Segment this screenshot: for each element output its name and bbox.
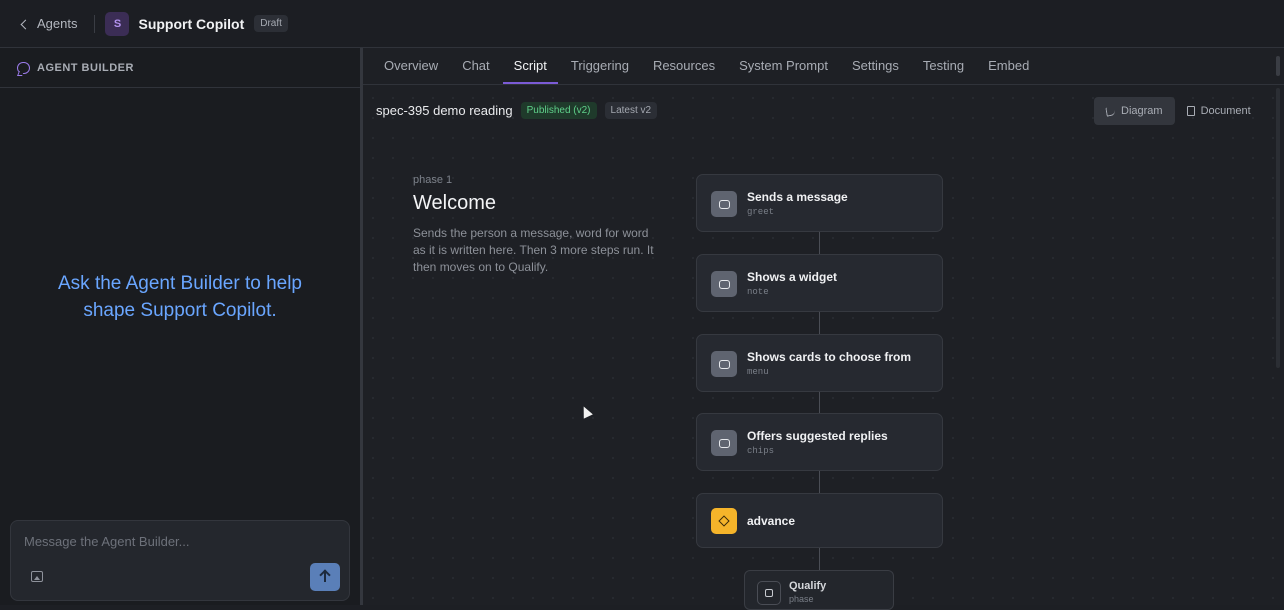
message-composer [10,520,350,601]
sidebar-header: AGENT BUILDER [0,48,360,88]
message-icon [711,191,737,217]
chat-bubble-icon [17,61,30,74]
top-bar: Agents S Support Copilot Draft [0,0,1284,48]
arrow-up-icon [324,572,326,582]
next-phase-sub: phase [789,594,814,604]
divider [94,14,96,33]
advance-node[interactable]: advance [696,493,943,548]
sidebar-header-label: AGENT BUILDER [37,61,134,74]
agent-builder-sidebar: AGENT BUILDER Ask the Agent Builder to h… [0,48,360,605]
step-title: advance [747,514,796,528]
tab-testing[interactable]: Testing [912,58,975,84]
next-phase-title: Qualify [789,580,827,592]
tab-triggering[interactable]: Triggering [560,58,640,84]
next-phase-node[interactable]: Qualify phase [744,570,894,610]
step-title: Shows a widget [747,270,838,284]
cards-icon [711,351,737,377]
script-name: spec-395 demo reading [376,103,513,118]
diamond-icon [711,508,737,534]
attach-image-icon[interactable] [31,571,43,582]
phase-info: phase 1 Welcome Sends the person a messa… [413,174,663,276]
document-label: Document [1200,105,1251,117]
connector-line [819,548,820,570]
connector-line [819,312,820,334]
published-badge: Published (v2) [520,102,597,119]
script-header: spec-395 demo reading Published (v2) Lat… [376,102,658,119]
phase-description: Sends the person a message, word for wor… [413,226,654,274]
prompt-line-2: shape Support Copilot. [83,300,277,321]
document-view-button[interactable]: Document [1175,97,1263,125]
document-icon [1186,106,1195,116]
tab-embed[interactable]: Embed [977,58,1040,84]
version-badge: Latest v2 [604,102,658,119]
scrollbar-track[interactable] [1276,88,1280,368]
step-id: menu [747,367,769,377]
step-id: chips [747,446,775,456]
back-label: Agents [37,16,78,31]
scrollbar-thumb[interactable] [1276,56,1280,76]
chips-icon [711,430,737,456]
step-title: Sends a message [747,190,848,204]
widget-icon [711,271,737,297]
agent-title: Support Copilot [138,15,245,32]
phase-label: phase 1 [413,174,453,186]
tab-settings[interactable]: Settings [841,58,910,84]
phase-icon [757,581,781,605]
step-title: Offers suggested replies [747,429,888,443]
step-node[interactable]: Shows cards to choose from menu [696,334,943,392]
step-id: greet [747,207,775,217]
status-badge: Draft [254,15,288,32]
message-input[interactable] [24,531,324,551]
diagram-label: Diagram [1121,105,1163,117]
tab-system-prompt[interactable]: System Prompt [728,58,839,84]
diagram-icon [1105,105,1116,117]
diagram-view-button[interactable]: Diagram [1094,97,1175,125]
agent-avatar: S [105,11,130,36]
step-node[interactable]: Offers suggested replies chips [696,413,943,471]
tab-overview[interactable]: Overview [373,58,449,84]
connector-line [819,392,820,413]
back-to-agents-link[interactable]: Agents [20,16,78,31]
connector-line [819,232,820,254]
tab-chat[interactable]: Chat [451,58,500,84]
tab-bar: Overview Chat Script Triggering Resource… [363,48,1284,85]
step-title: Shows cards to choose from [747,350,912,364]
view-toggle: Diagram Document [1094,97,1263,125]
empty-state-prompt: Ask the Agent Builder to help shape Supp… [0,270,360,324]
step-id: note [747,287,769,297]
phase-title: Welcome [413,192,496,214]
tab-script[interactable]: Script [502,58,558,84]
chevron-left-icon [20,19,31,29]
prompt-line-1: Ask the Agent Builder to help [58,273,302,294]
tab-resources[interactable]: Resources [642,58,726,84]
send-button[interactable] [310,563,340,591]
main-panel: Overview Chat Script Triggering Resource… [363,48,1284,610]
step-node[interactable]: Sends a message greet [696,174,943,232]
connector-line [819,471,820,493]
step-node[interactable]: Shows a widget note [696,254,943,312]
